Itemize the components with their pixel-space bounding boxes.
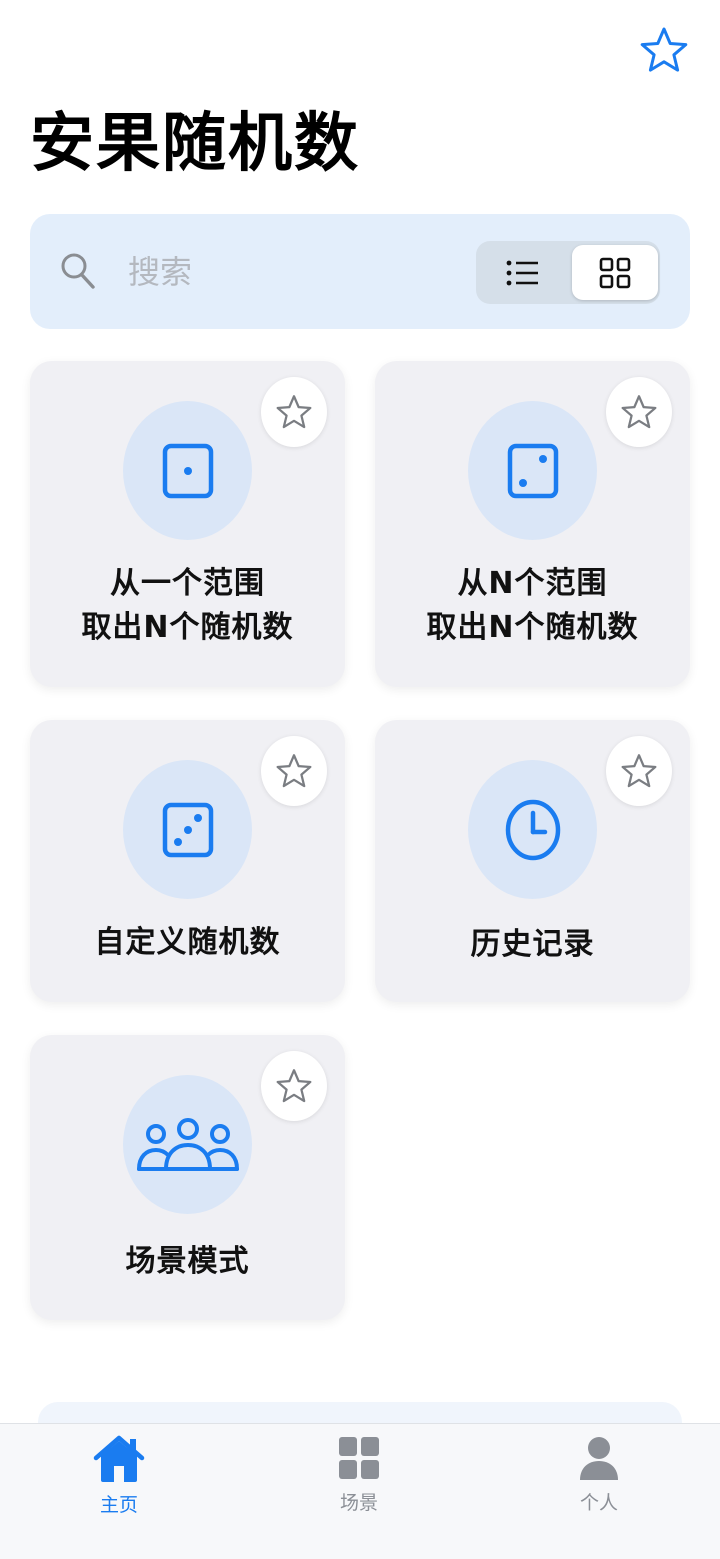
list-view-button[interactable] <box>480 245 566 300</box>
star-outline-icon <box>621 395 657 429</box>
clock-icon <box>505 799 560 860</box>
star-outline-icon <box>276 395 312 429</box>
card-label: 从一个范围 取出N个随机数 <box>30 562 345 650</box>
page-title: 安果随机数 <box>30 107 360 181</box>
card-favorite-button[interactable] <box>261 736 327 806</box>
card-label: 场景模式 <box>125 1244 250 1279</box>
star-outline-icon <box>640 27 688 72</box>
tab-scene-label: 场景 <box>339 1492 378 1514</box>
search-input[interactable] <box>128 250 428 294</box>
card-icon-circle <box>123 1075 252 1214</box>
people-icon <box>136 1117 239 1171</box>
card-favorite-button[interactable] <box>261 1051 327 1121</box>
card-icon-circle <box>468 760 597 899</box>
grid-view-icon <box>599 257 631 288</box>
card-favorite-button[interactable] <box>606 377 672 447</box>
card-label-line1: 从N个范围 <box>457 566 608 601</box>
tab-profile-label: 个人 <box>579 1492 618 1514</box>
card-label-line1: 从一个范围 <box>110 566 265 601</box>
card-label-line2: 取出N个随机数 <box>81 610 294 645</box>
card-label: 自定义随机数 <box>94 925 281 960</box>
tab-bar: 主页 场景 个人 <box>0 1423 720 1559</box>
card-label: 历史记录 <box>470 927 595 962</box>
card-scene-mode[interactable]: 场景模式 <box>30 1035 345 1320</box>
tab-home-label: 主页 <box>99 1494 138 1516</box>
star-outline-icon <box>276 1069 312 1103</box>
dice-three-icon <box>162 802 213 857</box>
dice-two-icon <box>507 443 558 498</box>
card-custom-random[interactable]: 自定义随机数 <box>30 720 345 1002</box>
card-icon-circle <box>123 760 252 899</box>
star-outline-icon <box>621 754 657 788</box>
view-toggle <box>476 241 660 304</box>
tab-scene[interactable]: 场景 <box>299 1434 419 1515</box>
tab-home[interactable]: 主页 <box>59 1434 179 1517</box>
tab-profile[interactable]: 个人 <box>539 1434 659 1515</box>
list-icon <box>506 260 538 285</box>
dice-one-icon <box>162 443 213 498</box>
star-outline-icon <box>276 754 312 788</box>
grid-view-button[interactable] <box>572 245 658 300</box>
search-bar <box>30 214 690 329</box>
search-icon <box>61 253 95 289</box>
card-label: 从N个范围 取出N个随机数 <box>375 562 690 650</box>
card-icon-circle <box>123 401 252 540</box>
favorites-star-button[interactable] <box>640 26 688 74</box>
card-icon-circle <box>468 401 597 540</box>
home-icon <box>93 1435 145 1482</box>
card-range-random[interactable]: 从一个范围 取出N个随机数 <box>30 361 345 687</box>
card-favorite-button[interactable] <box>606 736 672 806</box>
grid-icon <box>339 1437 379 1479</box>
card-label-line2: 取出N个随机数 <box>426 610 639 645</box>
person-icon <box>580 1437 618 1480</box>
card-multi-range-random[interactable]: 从N个范围 取出N个随机数 <box>375 361 690 687</box>
card-favorite-button[interactable] <box>261 377 327 447</box>
card-history[interactable]: 历史记录 <box>375 720 690 1002</box>
